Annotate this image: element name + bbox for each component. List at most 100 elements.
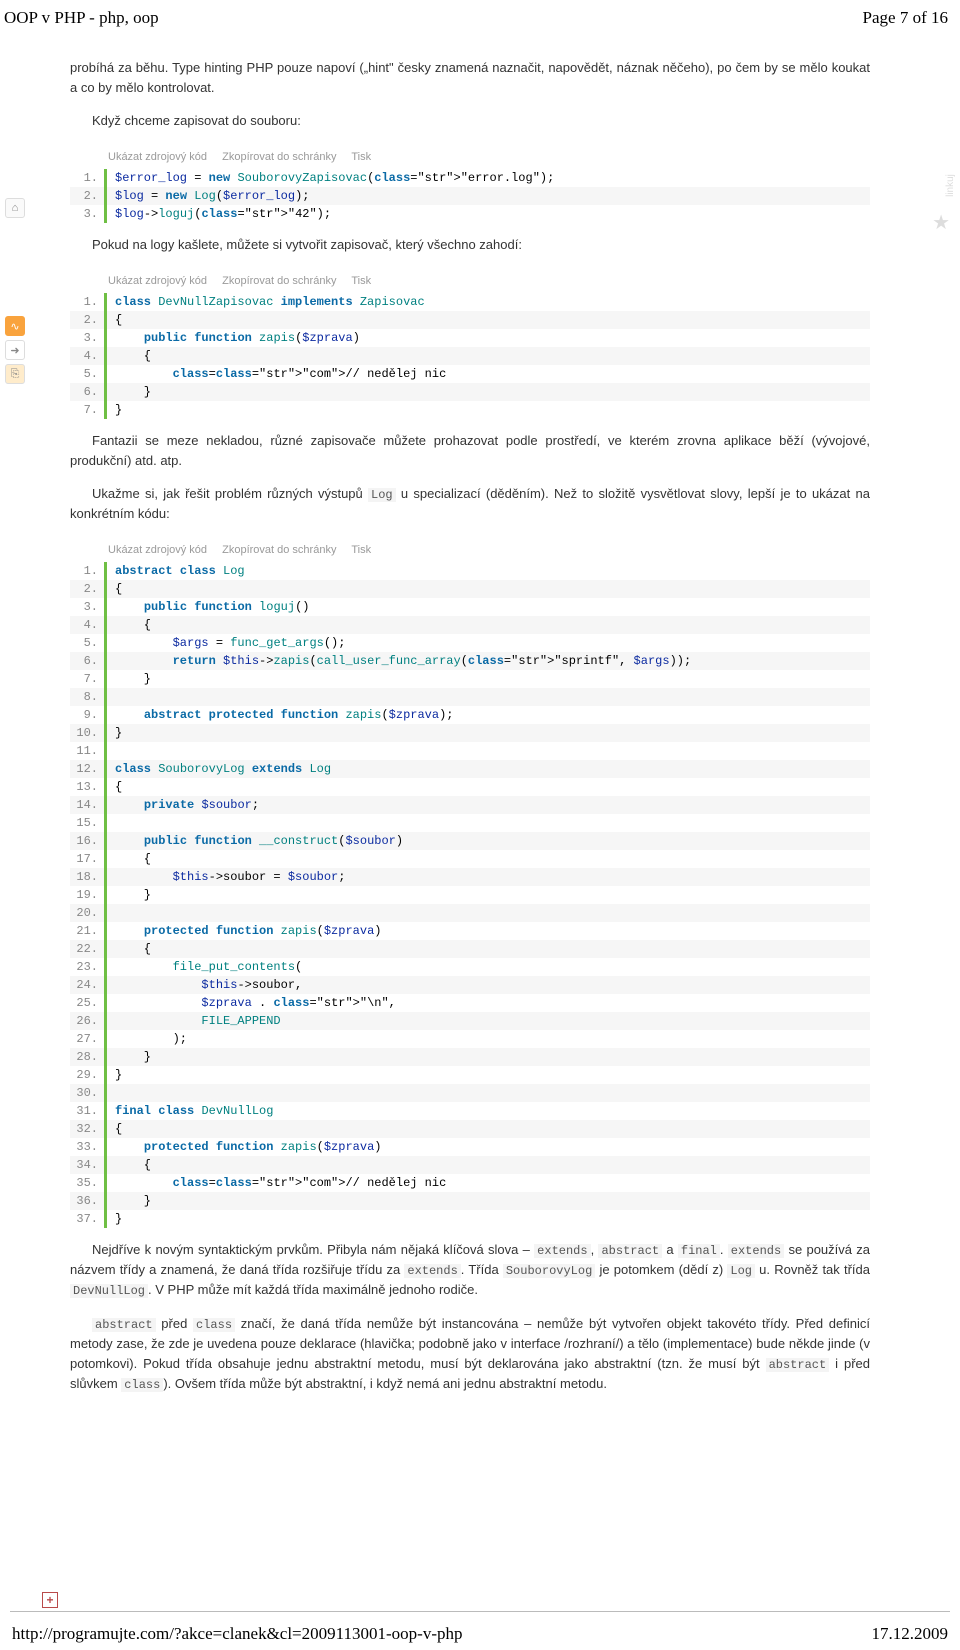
code-line: 4. { — [70, 616, 870, 634]
line-number: 4. — [70, 616, 106, 634]
inline-code: class — [121, 1378, 163, 1392]
code-line: 1.$error_log = new SouborovyZapisovac(cl… — [70, 169, 870, 187]
code-line: 3. public function loguj() — [70, 598, 870, 616]
inline-code: SouborovyLog — [503, 1264, 595, 1278]
code-content: } — [106, 401, 871, 419]
line-number: 35. — [70, 1174, 106, 1192]
inline-code: extends — [728, 1244, 784, 1258]
line-number: 2. — [70, 580, 106, 598]
code-content — [106, 1084, 871, 1102]
code-content: class DevNullZapisovac implements Zapiso… — [106, 293, 871, 311]
code-line: 21. protected function zapis($zprava) — [70, 922, 870, 940]
line-number: 3. — [70, 598, 106, 616]
line-number: 1. — [70, 293, 106, 311]
code-line: 23. file_put_contents( — [70, 958, 870, 976]
code-line: 27. ); — [70, 1030, 870, 1048]
code-tool-show[interactable]: Ukázat zdrojový kód — [108, 544, 207, 556]
code-tool-copy[interactable]: Zkopírovat do schránky — [222, 275, 336, 287]
line-number: 10. — [70, 724, 106, 742]
paragraph: Ukažme si, jak řešit problém různých výs… — [70, 484, 870, 524]
code-content: abstract protected function zapis($zprav… — [106, 706, 871, 724]
header-title: OOP v PHP - php, oop — [4, 8, 159, 28]
line-number: 18. — [70, 868, 106, 886]
inline-code: Log — [727, 1264, 755, 1278]
line-number: 12. — [70, 760, 106, 778]
star-icon[interactable]: ★ — [932, 210, 950, 235]
left-toolbar: ⌂ ∿ ➜ ⎘ — [4, 198, 26, 384]
code-toolbar: Ukázat zdrojový kód Zkopírovat do schrán… — [70, 538, 870, 563]
code-line: 6. return $this->zapis(call_user_func_ar… — [70, 652, 870, 670]
code-content: } — [106, 1192, 871, 1210]
code-tool-copy[interactable]: Zkopírovat do schránky — [222, 544, 336, 556]
line-number: 28. — [70, 1048, 106, 1066]
line-number: 31. — [70, 1102, 106, 1120]
code-content: { — [106, 311, 871, 329]
line-number: 21. — [70, 922, 106, 940]
line-number: 2. — [70, 311, 106, 329]
code-line: 30. — [70, 1084, 870, 1102]
code-content: { — [106, 1156, 871, 1174]
code-line: 22. { — [70, 940, 870, 958]
code-line: 2.$log = new Log($error_log); — [70, 187, 870, 205]
code-line: 28. } — [70, 1048, 870, 1066]
code-content — [106, 742, 871, 760]
line-number: 24. — [70, 976, 106, 994]
code-line: 1.abstract class Log — [70, 562, 870, 580]
code-content: FILE_APPEND — [106, 1012, 871, 1030]
line-number: 20. — [70, 904, 106, 922]
code-tool-show[interactable]: Ukázat zdrojový kód — [108, 275, 207, 287]
code-content: private $soubor; — [106, 796, 871, 814]
line-number: 3. — [70, 329, 106, 347]
code-content: { — [106, 850, 871, 868]
inline-code: extends — [404, 1264, 460, 1278]
code-content: protected function zapis($zprava) — [106, 922, 871, 940]
code-content: $log = new Log($error_log); — [106, 187, 871, 205]
line-number: 32. — [70, 1120, 106, 1138]
code-content: ); — [106, 1030, 871, 1048]
code-content: $this->soubor = $soubor; — [106, 868, 871, 886]
code-content: { — [106, 1120, 871, 1138]
code-content: { — [106, 616, 871, 634]
code-content: } — [106, 670, 871, 688]
line-number: 30. — [70, 1084, 106, 1102]
code-content — [106, 814, 871, 832]
footer-url: http://programujte.com/?akce=clanek&cl=2… — [12, 1624, 463, 1644]
arrow-icon[interactable]: ➜ — [5, 340, 25, 360]
code-tool-print[interactable]: Tisk — [351, 544, 371, 556]
code-content: $error_log = new SouborovyZapisovac(clas… — [106, 169, 871, 187]
code-line: 17. { — [70, 850, 870, 868]
code-tool-print[interactable]: Tisk — [351, 275, 371, 287]
code-content: $zprava . class="str">"\n", — [106, 994, 871, 1012]
line-number: 11. — [70, 742, 106, 760]
line-number: 33. — [70, 1138, 106, 1156]
code-line: 7.} — [70, 401, 870, 419]
line-number: 4. — [70, 347, 106, 365]
line-number: 9. — [70, 706, 106, 724]
line-number: 3. — [70, 205, 106, 223]
home-icon[interactable]: ⌂ — [5, 198, 25, 218]
code-line: 2.{ — [70, 580, 870, 598]
line-number: 7. — [70, 401, 106, 419]
code-line: 36. } — [70, 1192, 870, 1210]
divider — [10, 1611, 950, 1612]
inline-code: abstract — [598, 1244, 662, 1258]
code-table: 1.class DevNullZapisovac implements Zapi… — [70, 293, 870, 419]
line-number: 26. — [70, 1012, 106, 1030]
expand-icon[interactable]: + — [42, 1592, 58, 1608]
code-tool-print[interactable]: Tisk — [351, 151, 371, 163]
code-content: } — [106, 1210, 871, 1228]
line-number: 5. — [70, 634, 106, 652]
code-content: { — [106, 580, 871, 598]
link-icon[interactable]: ⎘ — [5, 364, 25, 384]
code-line: 15. — [70, 814, 870, 832]
page-footer: http://programujte.com/?akce=clanek&cl=2… — [0, 1624, 960, 1644]
rss-icon[interactable]: ∿ — [5, 316, 25, 336]
page-header: OOP v PHP - php, oop Page 7 of 16 — [0, 0, 960, 48]
inline-code: final — [678, 1244, 720, 1258]
sidebar-label: linkuj — [945, 174, 956, 197]
code-line: 3. public function zapis($zprava) — [70, 329, 870, 347]
code-tool-show[interactable]: Ukázat zdrojový kód — [108, 151, 207, 163]
line-number: 7. — [70, 670, 106, 688]
code-tool-copy[interactable]: Zkopírovat do schránky — [222, 151, 336, 163]
inline-code: abstract — [766, 1358, 830, 1372]
